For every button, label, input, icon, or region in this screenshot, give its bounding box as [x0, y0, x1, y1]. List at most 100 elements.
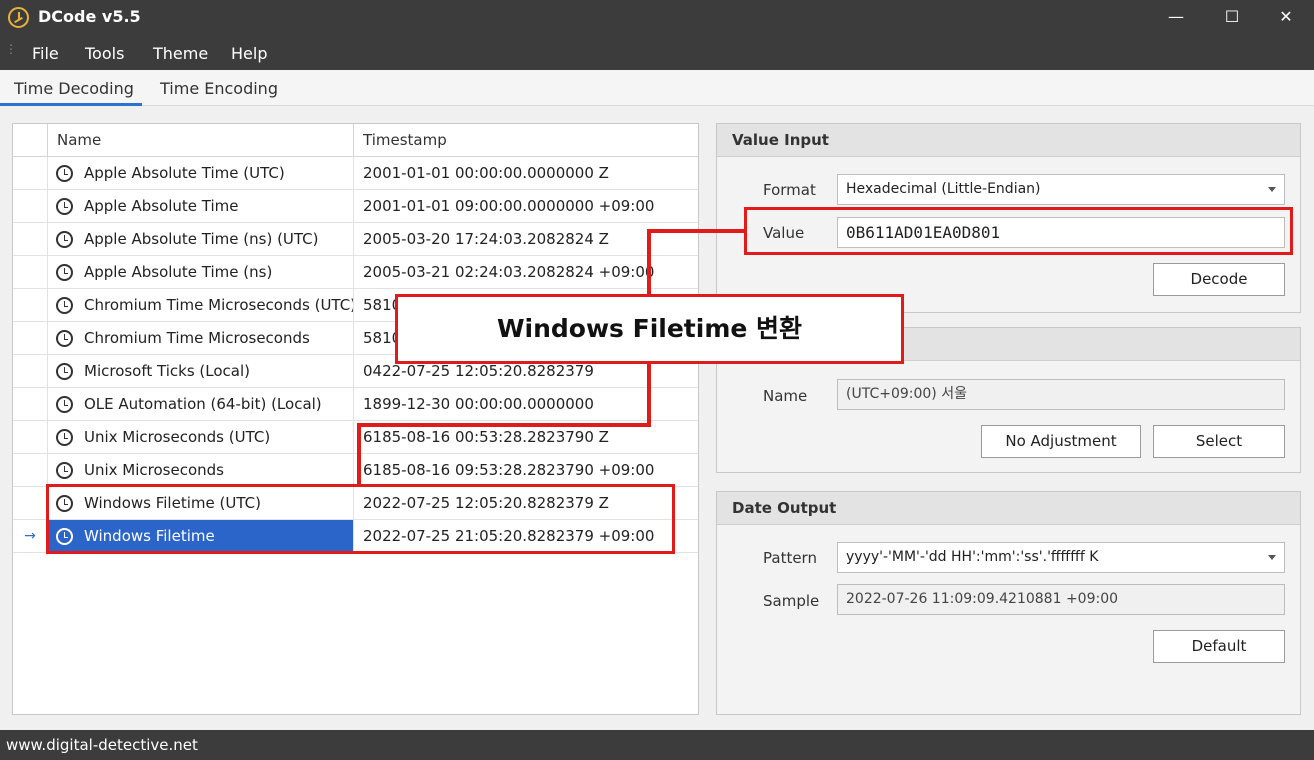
row-timestamp: 2001-01-01 09:00:00.0000000 +09:00 [363, 197, 655, 215]
no-adjustment-button[interactable]: No Adjustment [981, 425, 1141, 458]
pattern-value: yyyy'-'MM'-'dd HH':'mm':'ss'.'fffffff K [846, 549, 1099, 565]
connector-line [357, 423, 361, 486]
status-bar: www.digital-detective.net [0, 730, 1314, 760]
row-selector [13, 322, 48, 355]
row-selector [13, 454, 48, 487]
connector-line [647, 362, 651, 426]
row-name: Chromium Time Microseconds [84, 329, 310, 347]
row-name-cell: Microsoft Ticks (Local) [48, 355, 354, 388]
value-highlight-box [744, 207, 1293, 255]
connector-line [357, 423, 651, 427]
current-row-arrow-icon: → [13, 520, 48, 553]
clock-icon [56, 396, 73, 413]
close-button[interactable]: ✕ [1258, 0, 1314, 36]
row-name: Apple Absolute Time [84, 197, 239, 215]
row-name-cell: Chromium Time Microseconds [48, 322, 354, 355]
row-name: Chromium Time Microseconds (UTC) [84, 296, 354, 314]
row-name-cell: Unix Microseconds (UTC) [48, 421, 354, 454]
row-name: OLE Automation (64-bit) (Local) [84, 395, 322, 413]
tab-time-decoding[interactable]: Time Decoding [14, 79, 134, 98]
filetime-rows-highlight-box [46, 484, 675, 554]
connector-line [647, 229, 651, 296]
row-name: Microsoft Ticks (Local) [84, 362, 250, 380]
clock-icon [56, 198, 73, 215]
menu-bar: ⋮ File Tools Theme Help [0, 36, 1314, 70]
row-name: Apple Absolute Time (ns) [84, 263, 273, 281]
row-selector [13, 355, 48, 388]
clock-icon [56, 231, 73, 248]
menu-tools[interactable]: Tools [85, 44, 124, 63]
timezone-name-label: Name [763, 387, 808, 405]
date-output-panel: Date Output Pattern yyyy'-'MM'-'dd HH':'… [716, 491, 1301, 715]
row-name-cell: Apple Absolute Time (UTC) [48, 157, 354, 190]
row-selector [13, 256, 48, 289]
select-button[interactable]: Select [1153, 425, 1285, 458]
row-selector [13, 421, 48, 454]
row-name-cell: Unix Microseconds [48, 454, 354, 487]
tab-bar: Time Decoding Time Encoding [0, 70, 1314, 106]
results-table: Name Timestamp Apple Absolute Time (UTC)… [12, 123, 699, 715]
timezone-name-field: (UTC+09:00) 서울 [837, 379, 1285, 410]
row-selector [13, 190, 48, 223]
row-name-cell: Apple Absolute Time (ns) [48, 256, 354, 289]
pattern-label: Pattern [763, 549, 817, 567]
row-name-cell: Apple Absolute Time [48, 190, 354, 223]
app-logo-icon [8, 7, 29, 28]
title-bar: DCode v5.5 — ☐ ✕ [0, 0, 1314, 36]
table-row[interactable]: Unix Microseconds 6185-08-16 09:53:28.28… [13, 454, 698, 487]
row-selector [13, 223, 48, 256]
clock-icon [56, 429, 73, 446]
sample-field: 2022-07-26 11:09:09.4210881 +09:00 [837, 584, 1285, 615]
format-dropdown[interactable]: Hexadecimal (Little-Endian) [837, 174, 1285, 205]
row-selector [13, 487, 48, 520]
clock-icon [56, 462, 73, 479]
maximize-button[interactable]: ☐ [1204, 0, 1260, 36]
row-name: Unix Microseconds (UTC) [84, 428, 271, 446]
sample-label: Sample [763, 592, 820, 610]
connector-line [647, 229, 747, 233]
menu-grip-icon: ⋮ [5, 42, 17, 56]
table-row[interactable]: Apple Absolute Time (ns) (UTC) 2005-03-2… [13, 223, 698, 256]
pattern-dropdown[interactable]: yyyy'-'MM'-'dd HH':'mm':'ss'.'fffffff K [837, 542, 1285, 573]
chevron-down-icon [1268, 555, 1276, 560]
tab-time-encoding[interactable]: Time Encoding [160, 79, 278, 98]
row-name-cell: Chromium Time Microseconds (UTC) [48, 289, 354, 322]
row-name: Apple Absolute Time (ns) (UTC) [84, 230, 319, 248]
format-label: Format [763, 181, 816, 199]
menu-theme[interactable]: Theme [153, 44, 208, 63]
row-name: Unix Microseconds [84, 461, 224, 479]
clock-icon [56, 264, 73, 281]
row-name-cell: OLE Automation (64-bit) (Local) [48, 388, 354, 421]
default-button[interactable]: Default [1153, 630, 1285, 663]
decode-button[interactable]: Decode [1153, 263, 1285, 296]
menu-file[interactable]: File [32, 44, 59, 63]
row-selector-header [13, 124, 48, 157]
row-timestamp: 2001-01-01 00:00:00.0000000 Z [363, 164, 609, 182]
table-row[interactable]: Apple Absolute Time (ns) 2005-03-21 02:2… [13, 256, 698, 289]
row-selector [13, 289, 48, 322]
column-header-timestamp[interactable]: Timestamp [354, 124, 698, 157]
row-name: Apple Absolute Time (UTC) [84, 164, 285, 182]
menu-help[interactable]: Help [231, 44, 267, 63]
clock-icon [56, 165, 73, 182]
annotation-callout: Windows Filetime 변환 [395, 294, 904, 364]
row-selector [13, 388, 48, 421]
clock-icon [56, 297, 73, 314]
column-header-name[interactable]: Name [48, 124, 354, 157]
minimize-button[interactable]: — [1148, 0, 1204, 36]
clock-icon [56, 363, 73, 380]
date-output-title: Date Output [717, 492, 1300, 525]
chevron-down-icon [1268, 187, 1276, 192]
table-row[interactable]: Apple Absolute Time (UTC) 2001-01-01 00:… [13, 157, 698, 190]
table-row[interactable]: Apple Absolute Time 2001-01-01 09:00:00.… [13, 190, 698, 223]
active-tab-indicator [0, 103, 142, 106]
row-name-cell: Apple Absolute Time (ns) (UTC) [48, 223, 354, 256]
window-title: DCode v5.5 [38, 7, 141, 26]
row-selector [13, 157, 48, 190]
format-value: Hexadecimal (Little-Endian) [846, 181, 1041, 197]
clock-icon [56, 330, 73, 347]
table-header: Name Timestamp [13, 124, 698, 157]
table-row[interactable]: OLE Automation (64-bit) (Local) 1899-12-… [13, 388, 698, 421]
value-input-title: Value Input [717, 124, 1300, 157]
row-timestamp: 6185-08-16 09:53:28.2823790 +09:00 [363, 461, 655, 479]
